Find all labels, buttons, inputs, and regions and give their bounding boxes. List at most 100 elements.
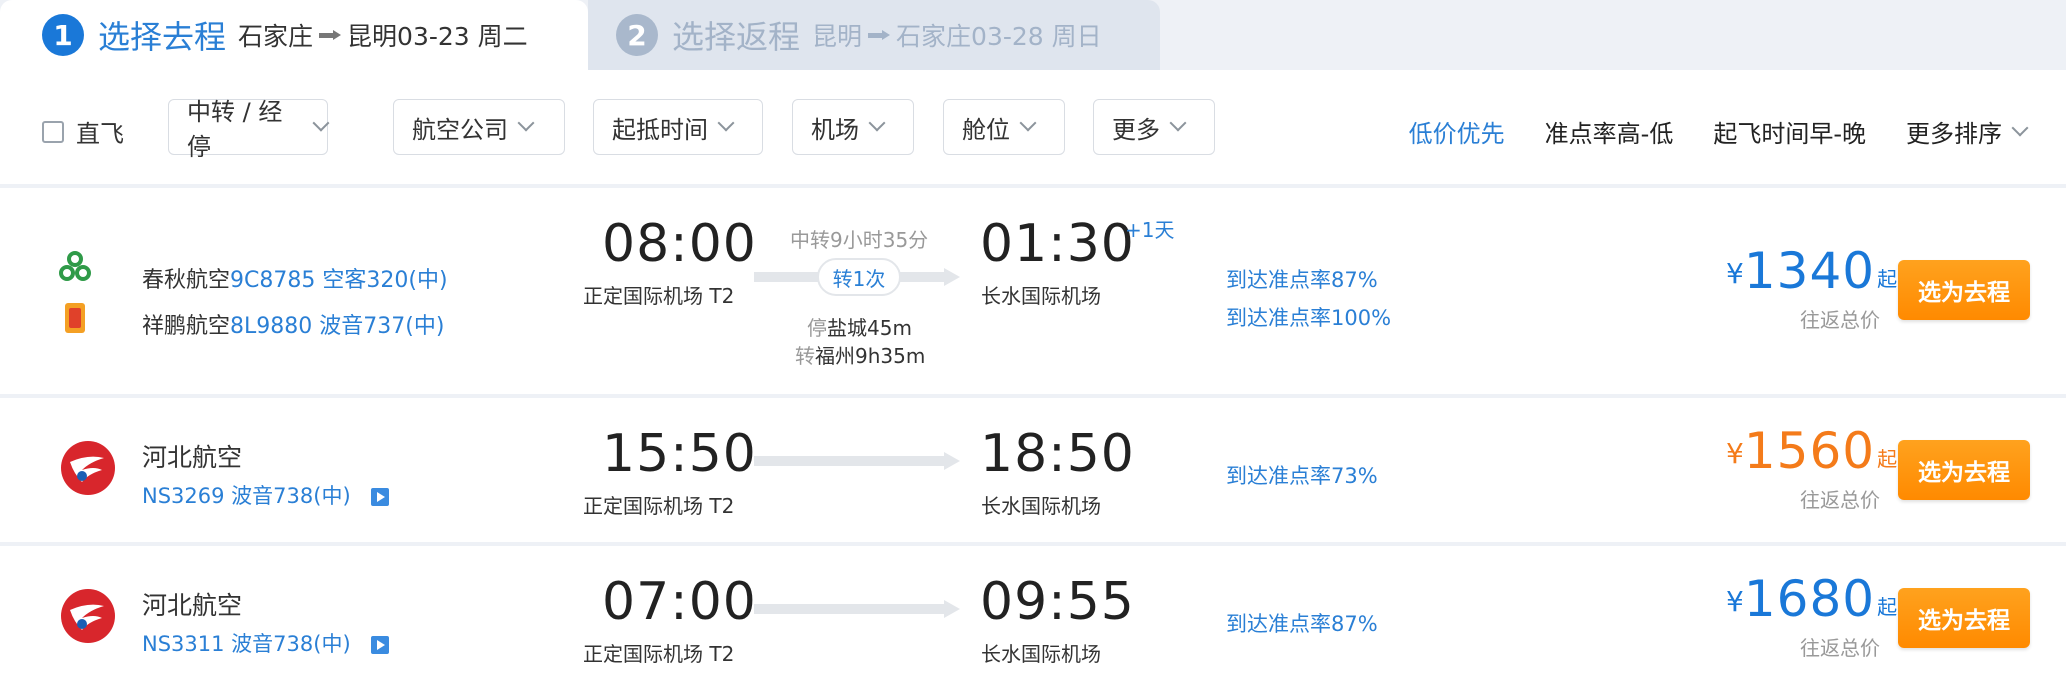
flight-number[interactable]: 8L9880: [230, 314, 312, 339]
arrival-airport: 长水国际机场: [981, 284, 1101, 308]
filter-label: 航空公司: [412, 115, 508, 144]
price: ¥1340 起: [1726, 246, 1897, 296]
filter-label: 机场: [811, 115, 859, 144]
route-date: 03-23 周二: [397, 22, 528, 51]
route-to: 昆明: [347, 22, 398, 51]
filter-transfer-dropdown[interactable]: 中转 / 经停: [168, 98, 330, 161]
route-from: 昆明: [812, 22, 863, 51]
currency-symbol: ¥: [1726, 437, 1744, 470]
step-title: 选择返程: [672, 18, 801, 56]
chevron-down-icon: [1019, 114, 1037, 132]
departure-airport: 正定国际机场 T2: [583, 642, 735, 666]
departure-time: 07:00: [602, 572, 757, 632]
arrival-time: 18:50: [980, 424, 1135, 484]
lucky-air-logo-icon: [65, 303, 85, 333]
route-summary: 昆明 石家庄 03-28 周日: [812, 17, 1102, 53]
flight-row[interactable]: 河北航空 NS3269 波音738(中) 15:50 正定国际机场 T2 18:…: [0, 398, 2066, 542]
price-note: 往返总价: [1800, 636, 1880, 660]
filter-label: 更多: [1112, 115, 1160, 144]
transfer-label: 转: [795, 344, 815, 368]
flight-number[interactable]: NS3269: [142, 484, 224, 508]
chevron-down-icon: [2011, 119, 2029, 136]
sort-more[interactable]: 更多排序: [1906, 114, 2029, 149]
route-line: [754, 452, 960, 470]
filter-bar: 直飞 中转 / 经停 航空公司 起抵时间 机场 舱位 更多 低价优先 准点率高-…: [0, 70, 2066, 184]
transfer-text: 福州9h35m: [815, 344, 926, 368]
flight-row[interactable]: 河北航空 NS3311 波音738(中) 07:00 正定国际机场 T2 09:…: [0, 546, 2066, 690]
flight-number[interactable]: NS3311: [142, 632, 224, 656]
filter-more-dropdown[interactable]: 更多: [1093, 99, 1215, 155]
spring-airlines-logo-icon: [59, 251, 91, 281]
arrival-time: 09:55: [980, 572, 1135, 632]
flight-row[interactable]: 春秋航空9C8785 空客320(中) 祥鹏航空8L9880 波音737(中) …: [0, 188, 2066, 394]
step-number-1: 1: [42, 14, 84, 56]
filter-airline-dropdown[interactable]: 航空公司: [393, 99, 565, 155]
price-suffix: 起: [1877, 447, 1898, 471]
route-arrow-icon: [319, 30, 342, 40]
departure-time: 15:50: [602, 424, 757, 484]
select-outbound-button[interactable]: 选为去程: [1898, 440, 2030, 500]
flight-search-page: 1 选择去程 石家庄 昆明 03-23 周二 2 选择返程 昆明 石家庄 03-…: [0, 0, 2066, 690]
airline-name: 河北航空: [142, 591, 243, 620]
price-amount: 1680: [1743, 570, 1876, 628]
chevron-down-icon: [1169, 114, 1187, 132]
flight-number[interactable]: 9C8785: [230, 268, 315, 293]
currency-symbol: ¥: [1726, 257, 1744, 290]
price-note: 往返总价: [1800, 488, 1880, 512]
step-number-2: 2: [616, 14, 658, 56]
step-title: 选择去程: [98, 18, 227, 56]
ontime-rate[interactable]: 到达准点率87%: [1226, 608, 1378, 638]
price-suffix: 起: [1877, 595, 1898, 619]
filter-time-dropdown[interactable]: 起抵时间: [593, 99, 763, 155]
airline-name: 春秋航空: [142, 268, 231, 293]
airline-info: 祥鹏航空8L9880 波音737(中): [142, 308, 444, 340]
tab-select-return[interactable]: 2 选择返程 昆明 石家庄 03-28 周日: [588, 0, 1160, 70]
filter-cabin-dropdown[interactable]: 舱位: [943, 99, 1065, 155]
sort-ontime-rate[interactable]: 准点率高-低: [1545, 114, 1674, 149]
price: ¥1680 起: [1726, 574, 1897, 624]
transfer-duration: 中转9小时35分: [790, 228, 929, 252]
stop-label: 停: [807, 316, 827, 340]
chevron-down-icon: [517, 114, 535, 132]
play-video-icon[interactable]: [371, 488, 390, 506]
stop-text: 盐城45m: [827, 316, 912, 340]
arrival-time: 01:30: [980, 214, 1135, 274]
aircraft-type[interactable]: 波音738(中): [231, 632, 350, 656]
sort-options: 低价优先 准点率高-低 起飞时间早-晚 更多排序: [1369, 114, 2029, 149]
sort-departure-time[interactable]: 起飞时间早-晚: [1713, 114, 1866, 149]
hebei-airlines-logo-icon: [61, 589, 115, 643]
price-suffix: 起: [1877, 267, 1898, 291]
ontime-rate[interactable]: 到达准点率100%: [1226, 302, 1391, 332]
sort-lowest-price[interactable]: 低价优先: [1409, 114, 1505, 149]
sort-more-label: 更多排序: [1906, 120, 2002, 148]
ontime-rate[interactable]: 到达准点率73%: [1226, 460, 1378, 490]
chevron-down-icon: [868, 114, 886, 132]
play-video-icon[interactable]: [371, 636, 390, 654]
select-outbound-button[interactable]: 选为去程: [1898, 260, 2030, 320]
airline-name: 河北航空: [142, 443, 243, 472]
transfer-count-pill[interactable]: 转1次: [817, 258, 901, 296]
route-to: 石家庄: [896, 22, 972, 51]
flight-detail: NS3269 波音738(中): [142, 480, 390, 510]
filter-label: 舱位: [962, 115, 1010, 144]
select-outbound-button[interactable]: 选为去程: [1898, 588, 2030, 648]
direct-flight-filter[interactable]: 直飞: [42, 114, 124, 149]
filter-airport-dropdown[interactable]: 机场: [792, 99, 914, 155]
step-tabs: 1 选择去程 石家庄 昆明 03-23 周二 2 选择返程 昆明 石家庄 03-…: [0, 0, 2066, 70]
chevron-down-icon: [312, 114, 330, 132]
price-amount: 1560: [1743, 422, 1876, 480]
aircraft-type[interactable]: 空客320(中): [322, 268, 447, 293]
chevron-down-icon: [717, 114, 735, 132]
tab-select-outbound[interactable]: 1 选择去程 石家庄 昆明 03-23 周二: [0, 0, 588, 70]
ontime-rate[interactable]: 到达准点率87%: [1226, 264, 1378, 294]
price-note: 往返总价: [1800, 308, 1880, 332]
aircraft-type[interactable]: 波音737(中): [319, 314, 444, 339]
aircraft-type[interactable]: 波音738(中): [231, 484, 350, 508]
direct-flight-checkbox[interactable]: [42, 120, 64, 143]
airline-info: 春秋航空9C8785 空客320(中): [142, 262, 448, 294]
departure-airport: 正定国际机场 T2: [583, 494, 735, 518]
transfer-info: 转福州9h35m: [795, 340, 925, 369]
direct-flight-label: 直飞: [76, 120, 124, 148]
departure-airport: 正定国际机场 T2: [583, 284, 735, 308]
stop-info: 停盐城45m: [807, 312, 912, 341]
